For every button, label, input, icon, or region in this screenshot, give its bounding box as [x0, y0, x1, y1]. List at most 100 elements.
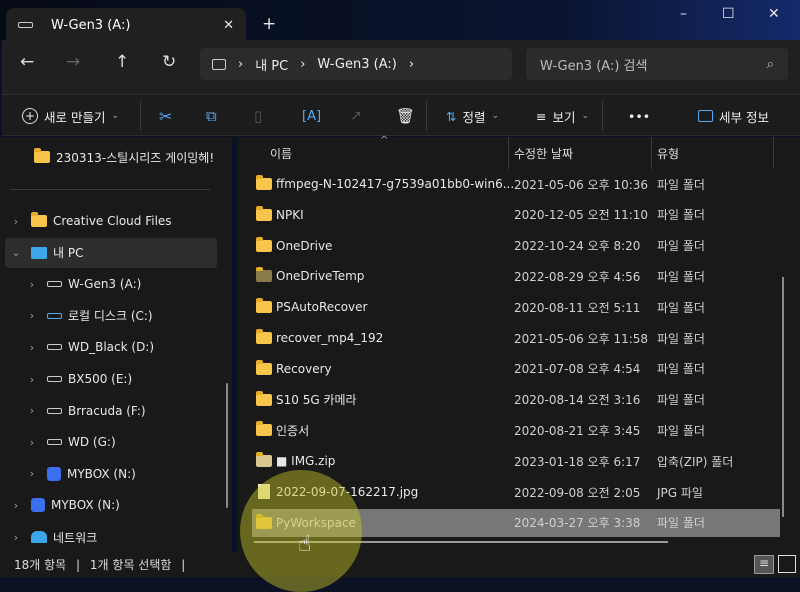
chevron-right-icon[interactable]: › — [25, 278, 39, 291]
details-label: 세부 정보 — [719, 109, 769, 125]
chevron-down-icon[interactable]: ⌄ — [9, 246, 23, 259]
tab-title: W-Gen3 (A:) — [51, 17, 131, 33]
minimize-button[interactable]: – — [680, 6, 687, 22]
file-row[interactable]: NPKI 2020-12-05 오전 11:10 파일 폴더 — [252, 201, 780, 229]
chevron-right-icon[interactable]: › — [25, 309, 39, 322]
sidebar-item-label: Creative Cloud Files — [53, 214, 172, 228]
tab-close-icon[interactable]: ✕ — [223, 18, 234, 33]
file-date: 2020-08-14 오전 3:16 — [514, 393, 641, 408]
sort-button[interactable]: ⇅ 정렬 ⌄ — [446, 95, 499, 137]
file-name: OneDrive — [276, 238, 333, 253]
new-tab-button[interactable]: + — [262, 14, 276, 34]
view-button[interactable]: ≡ 보기 ⌄ — [536, 95, 589, 137]
breadcrumb-my-pc[interactable]: 내 PC — [255, 55, 288, 74]
sidebar-item-pinned-folder[interactable]: 230313-스틸시리즈 게이밍헤! — [34, 142, 246, 172]
hand-cursor-icon: ☝ — [298, 532, 312, 557]
mybox-icon — [47, 466, 67, 481]
large-icons-view-icon[interactable] — [778, 555, 796, 573]
details-view-icon[interactable]: ≡ — [754, 555, 774, 574]
details-pane-icon — [698, 110, 713, 122]
file-row[interactable]: PSAutoRecover 2020-08-11 오전 5:11 파일 폴더 — [252, 293, 780, 321]
sidebar-item-label: Brracuda (F:) — [68, 403, 146, 418]
column-divider[interactable] — [651, 137, 652, 169]
details-pane-button[interactable]: 세부 정보 — [698, 95, 769, 137]
paste-button[interactable]: ▯ — [254, 95, 262, 137]
sidebar-item-label: MYBOX (N:) — [51, 498, 120, 513]
chevron-right-icon[interactable]: › — [9, 215, 23, 228]
file-row[interactable]: OneDriveTemp 2022-08-29 오후 4:56 파일 폴더 — [252, 262, 780, 290]
column-divider[interactable] — [508, 137, 509, 169]
column-header-name[interactable]: 이름 — [270, 145, 292, 162]
sidebar-item[interactable]: › Brracuda (F:) — [5, 396, 217, 426]
vertical-scrollbar[interactable] — [782, 277, 784, 517]
chevron-right-icon[interactable]: › — [25, 467, 39, 480]
column-divider[interactable] — [773, 137, 774, 169]
rename-button[interactable]: [A] — [302, 95, 321, 137]
file-date: 2022-10-24 오후 8:20 — [514, 239, 641, 254]
trash-icon: 🗑 — [396, 107, 416, 125]
up-button[interactable]: ↑ — [115, 52, 129, 72]
file-row[interactable]: 인증서 2020-08-21 오후 3:45 파일 폴더 — [252, 416, 780, 444]
chevron-right-icon[interactable]: › — [9, 531, 23, 544]
file-type: 파일 폴더 — [657, 423, 705, 438]
sidebar-item[interactable]: › 로컬 디스크 (C:) — [5, 301, 217, 331]
file-row[interactable]: ■ IMG.zip 2023-01-18 오후 6:17 압축(ZIP) 폴더 — [252, 447, 780, 475]
refresh-button[interactable]: ↻ — [162, 52, 176, 72]
maximize-button[interactable]: ☐ — [722, 6, 735, 22]
mybox-icon — [31, 498, 51, 513]
share-button[interactable]: ↗ — [350, 95, 362, 137]
file-date: 2021-07-08 오후 4:54 — [514, 362, 641, 377]
new-button[interactable]: + 새로 만들기 ⌄ — [22, 95, 119, 137]
divider — [140, 101, 141, 131]
tab-w-gen3[interactable]: W-Gen3 (A:) ✕ — [6, 8, 246, 42]
file-row[interactable]: recover_mp4_192 2021-05-06 오후 11:58 파일 폴더 — [252, 324, 780, 352]
column-header-type[interactable]: 유형 — [657, 145, 679, 162]
column-header-date[interactable]: 수정한 날짜 — [514, 145, 573, 162]
chevron-right-icon[interactable]: › — [9, 499, 23, 512]
copy-button[interactable]: ⧉ — [206, 95, 217, 137]
chevron-right-icon[interactable]: › — [25, 341, 39, 354]
sidebar-item[interactable]: › WD (G:) — [5, 427, 217, 457]
sidebar-item[interactable]: › W-Gen3 (A:) — [5, 269, 217, 299]
search-icon: ⌕ — [766, 56, 774, 72]
file-date: 2021-05-06 오후 11:58 — [514, 331, 649, 346]
file-date: 2020-08-11 오전 5:11 — [514, 300, 641, 315]
breadcrumb[interactable]: › 내 PC › W-Gen3 (A:) › — [200, 48, 512, 80]
file-name: ffmpeg-N-102417-g7539a01bb0-win6... — [276, 177, 515, 191]
delete-button[interactable]: 🗑 — [396, 95, 415, 137]
sidebar-scrollbar[interactable] — [226, 383, 228, 508]
breadcrumb-w-gen3[interactable]: W-Gen3 (A:) — [317, 57, 396, 72]
chevron-right-icon[interactable]: › — [25, 373, 39, 386]
chevron-right-icon[interactable]: › — [409, 57, 414, 72]
chevron-right-icon[interactable]: › — [25, 436, 39, 449]
file-type: 파일 폴더 — [657, 393, 705, 408]
file-name: OneDriveTemp — [276, 269, 365, 284]
file-row[interactable]: Recovery 2021-07-08 오후 4:54 파일 폴더 — [252, 355, 780, 383]
file-name: Recovery — [276, 361, 332, 376]
back-button[interactable]: ← — [20, 52, 34, 72]
sidebar-item[interactable]: › MYBOX (N:) — [5, 459, 217, 489]
scissors-icon: ✂ — [159, 106, 173, 126]
file-name: 인증서 — [276, 423, 310, 438]
file-date: 2020-12-05 오전 11:10 — [514, 208, 649, 223]
sidebar-item[interactable]: › MYBOX (N:) — [5, 490, 217, 520]
file-row[interactable]: ffmpeg-N-102417-g7539a01bb0-win6... 2021-… — [252, 170, 780, 198]
sidebar-item-label: MYBOX (N:) — [67, 466, 136, 481]
sidebar-item-label: W-Gen3 (A:) — [68, 277, 142, 292]
sidebar-item[interactable]: › WD_Black (D:) — [5, 332, 217, 362]
sidebar-item[interactable]: › Creative Cloud Files — [5, 206, 217, 236]
close-button[interactable]: ✕ — [768, 6, 780, 22]
sidebar-item[interactable]: ⌄ 내 PC — [5, 237, 217, 268]
cut-button[interactable]: ✂ — [159, 95, 172, 137]
chevron-right-icon[interactable]: › — [25, 404, 39, 417]
more-button[interactable]: ••• — [628, 95, 650, 137]
sidebar-item[interactable]: › BX500 (E:) — [5, 364, 217, 394]
file-row[interactable]: S10 5G 카메라 2020-08-14 오전 3:16 파일 폴더 — [252, 386, 780, 414]
rename-icon: [A] — [302, 108, 322, 124]
sidebar-item[interactable]: › 네트워크 — [5, 522, 217, 552]
forward-button[interactable]: → — [66, 52, 80, 72]
file-date: 2021-05-06 오후 10:36 — [514, 177, 649, 192]
search-input[interactable]: W-Gen3 (A:) 검색 ⌕ — [526, 48, 788, 80]
drive-icon — [47, 376, 68, 382]
file-row[interactable]: OneDrive 2022-10-24 오후 8:20 파일 폴더 — [252, 232, 780, 260]
